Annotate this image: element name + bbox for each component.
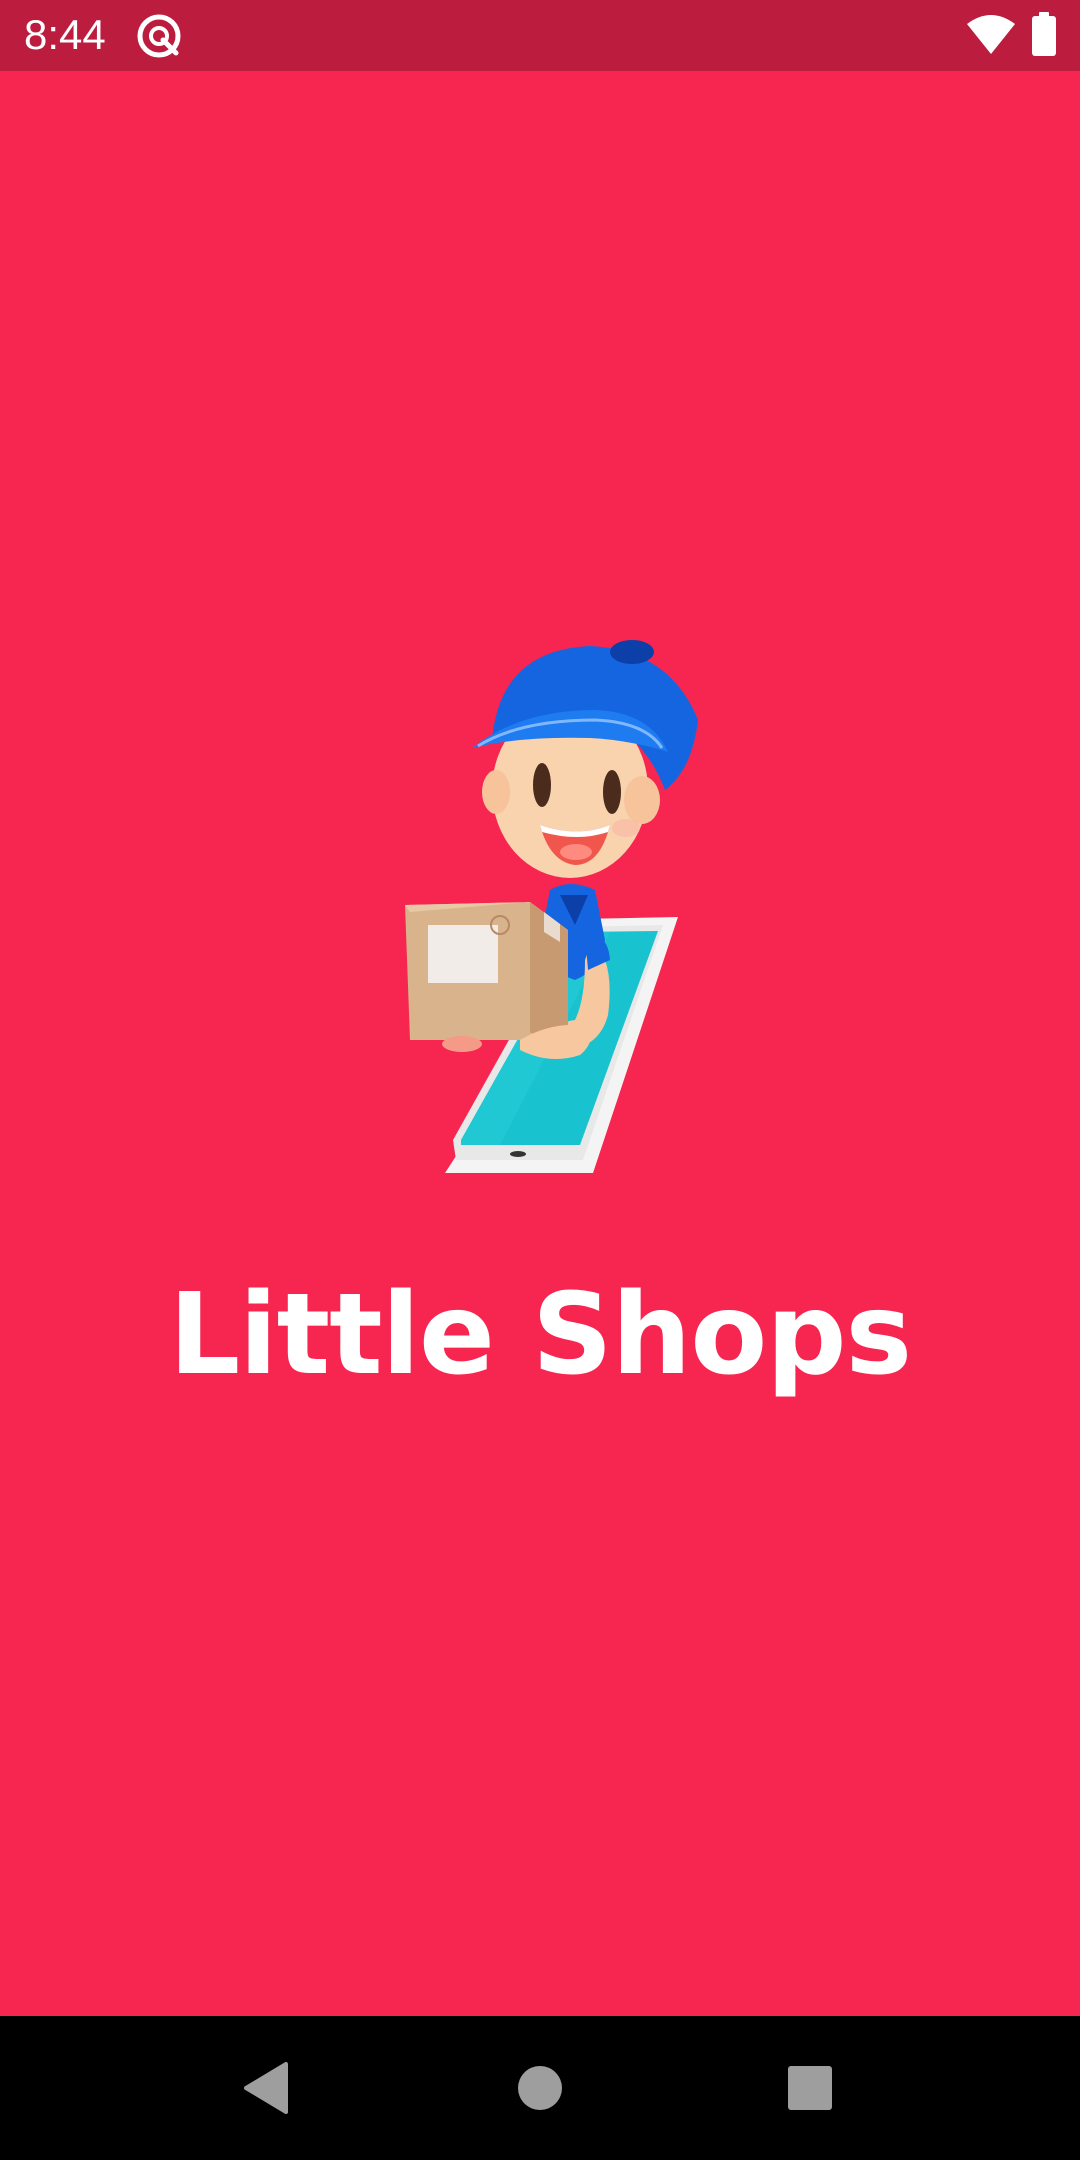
recents-square-icon xyxy=(788,2066,832,2110)
wifi-icon xyxy=(967,15,1015,54)
status-bar: 8:44 xyxy=(0,0,1080,71)
battery-icon xyxy=(1032,12,1056,56)
recents-button[interactable] xyxy=(774,2052,846,2124)
home-circle-icon xyxy=(518,2066,562,2110)
home-button[interactable] xyxy=(504,2052,576,2124)
status-time: 8:44 xyxy=(24,11,106,58)
splash-screen: 8:44 Little Shops xyxy=(0,0,1080,2160)
app-title: Little Shops xyxy=(168,1270,912,1400)
back-triangle-icon xyxy=(244,2062,288,2114)
navigation-bar xyxy=(0,2016,1080,2160)
q-app-icon xyxy=(137,14,181,58)
back-button[interactable] xyxy=(230,2052,302,2124)
delivery-person xyxy=(405,640,698,1059)
delivery-illustration xyxy=(405,640,698,1173)
